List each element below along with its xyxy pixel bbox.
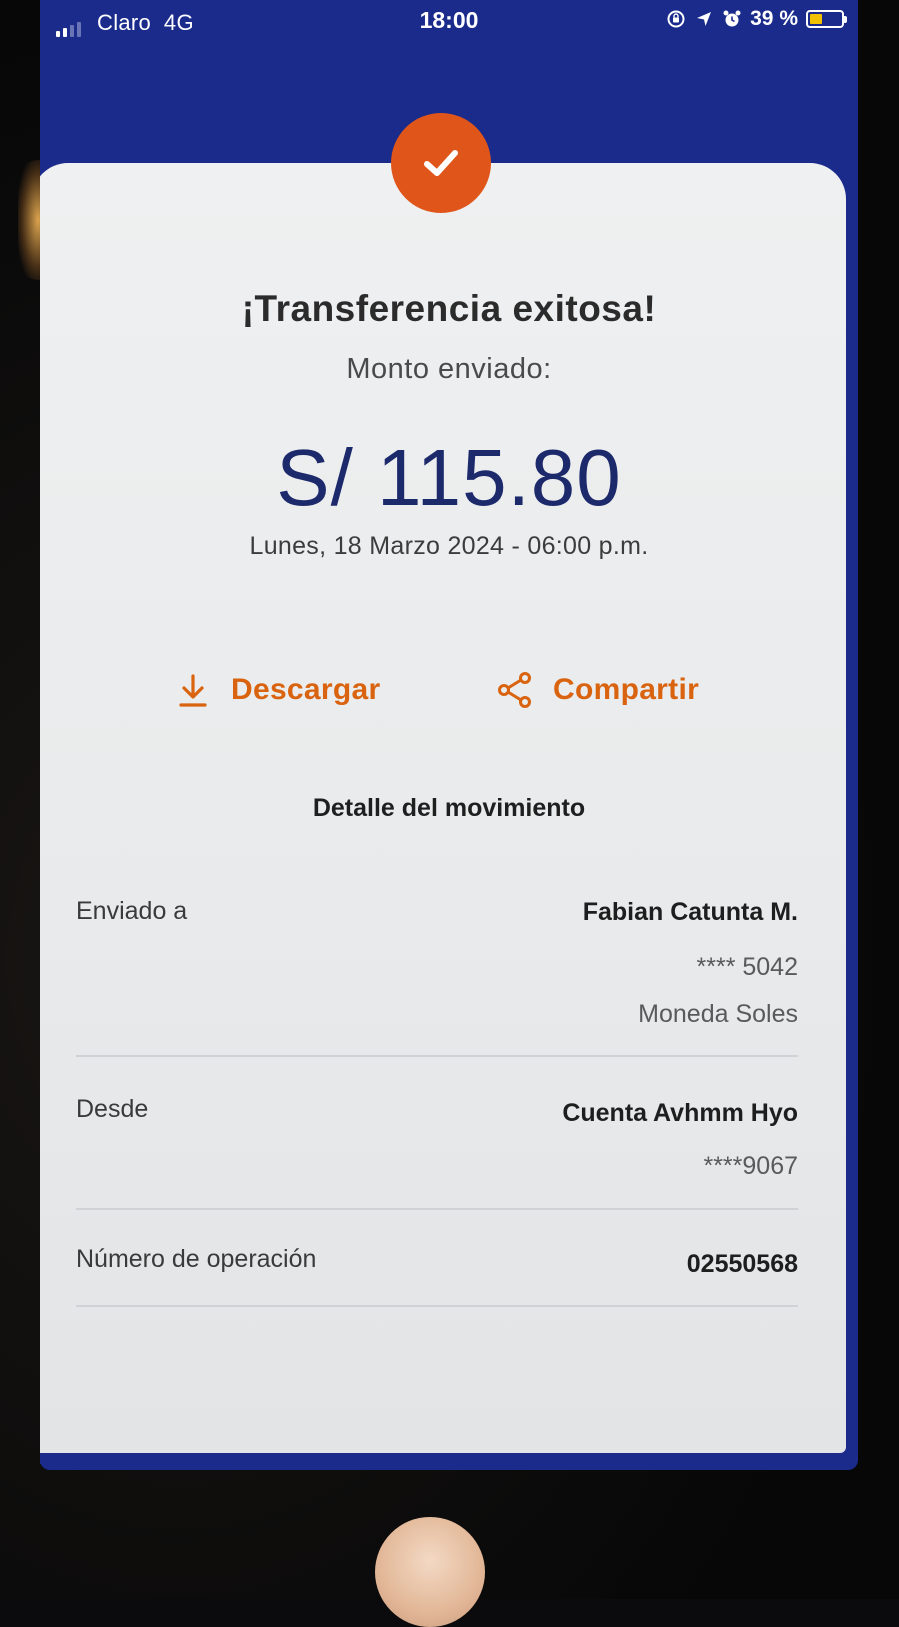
success-title: ¡Transferencia exitosa!: [241, 288, 657, 329]
amount-value: S/ 115.80: [276, 433, 622, 522]
status-bar: Claro 4G 18:00 39 %: [40, 0, 858, 46]
divider: [76, 1305, 798, 1307]
bottom-bar: [40, 1458, 840, 1464]
download-label: Descargar: [231, 673, 381, 706]
location-icon: [697, 12, 712, 26]
download-button[interactable]: Descargar: [173, 665, 380, 715]
source-account-number: ****9067: [703, 1152, 798, 1180]
recipient-account: **** 5042: [696, 953, 798, 981]
phone-frame: Claro 4G 18:00 39 % ¡Transferencia exito…: [0, 0, 899, 1627]
divider: [76, 1208, 798, 1210]
transaction-datetime: Lunes, 18 Marzo 2024 - 06:00 p.m.: [249, 532, 649, 560]
screen: Claro 4G 18:00 39 % ¡Transferencia exito…: [40, 0, 858, 1470]
battery-level: [810, 14, 822, 24]
share-label: Compartir: [553, 673, 700, 706]
divider: [76, 1055, 798, 1057]
battery-icon: [806, 10, 847, 28]
download-icon: [179, 674, 207, 707]
recipient-currency: Moneda Soles: [638, 1000, 798, 1028]
success-badge: [391, 113, 491, 213]
share-icon: [498, 672, 531, 708]
share-button[interactable]: Compartir: [495, 665, 699, 715]
amount-label: Monto enviado:: [346, 353, 552, 385]
orientation-lock-icon: [667, 10, 685, 28]
operation-number: 02550568: [686, 1250, 798, 1278]
home-button[interactable]: [375, 1517, 485, 1627]
alarm-icon: [723, 10, 741, 27]
from-label: Desde: [76, 1095, 149, 1123]
detail-header: Detalle del movimiento: [312, 794, 586, 822]
recipient-name: Fabian Catunta M.: [582, 898, 798, 926]
operation-label: Número de operación: [76, 1245, 317, 1273]
check-icon: [424, 150, 458, 176]
status-right: 39 %: [666, 7, 847, 31]
source-account-name: Cuenta Avhmm Hyo: [562, 1099, 798, 1127]
sent-to-label: Enviado a: [76, 897, 188, 925]
battery-percent: 39 %: [750, 7, 798, 30]
